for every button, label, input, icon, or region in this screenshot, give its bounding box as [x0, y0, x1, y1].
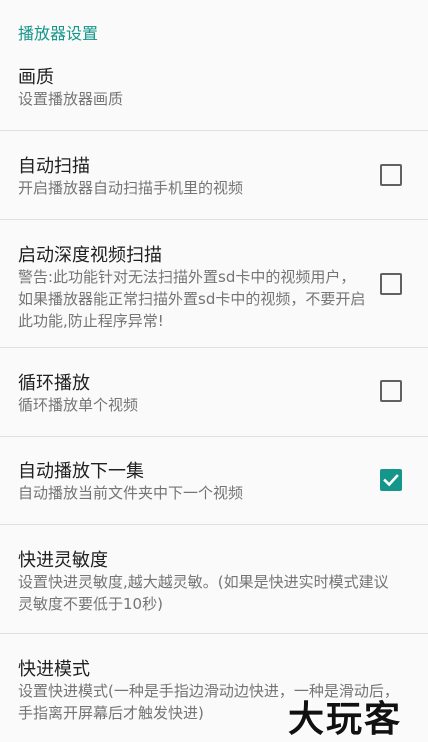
deep-scan-checkbox[interactable]	[380, 273, 402, 295]
pref-auto-scan-title: 自动扫描	[18, 156, 90, 177]
pref-deep-scan[interactable]: 启动深度视频扫描 警告:此功能针对无法扫描外置sd卡中的视频用户，如果播放器能正…	[0, 220, 428, 348]
pref-seek-sensitivity-title: 快进灵敏度	[18, 550, 108, 571]
pref-loop-play-title: 循环播放	[18, 373, 90, 394]
pref-deep-scan-title: 启动深度视频扫描	[18, 245, 162, 266]
pref-auto-scan[interactable]: 自动扫描 开启播放器自动扫描手机里的视频	[0, 131, 428, 220]
watermark-logo: 大玩客	[288, 698, 403, 740]
autoplay-next-checkbox[interactable]	[380, 469, 402, 491]
checkmark-icon	[383, 474, 399, 487]
pref-loop-play-summary: 循环播放单个视频	[18, 396, 139, 414]
pref-autoplay-next[interactable]: 自动播放下一集 自动播放当前文件夹中下一个视频	[0, 437, 428, 525]
auto-scan-checkbox[interactable]	[380, 164, 402, 186]
pref-auto-scan-summary: 开启播放器自动扫描手机里的视频	[18, 179, 244, 197]
pref-quality-title: 画质	[18, 67, 54, 88]
pref-deep-scan-summary: 警告:此功能针对无法扫描外置sd卡中的视频用户，如果播放器能正常扫描外置sd卡中…	[18, 268, 366, 330]
loop-play-checkbox[interactable]	[380, 380, 402, 402]
pref-quality-summary: 设置播放器画质	[18, 90, 124, 108]
pref-seek-sensitivity[interactable]: 快进灵敏度 设置快进灵敏度,越大越灵敏。(如果是快进实时模式建议灵敏度不要低于1…	[0, 525, 428, 634]
pref-quality[interactable]: 画质 设置播放器画质	[0, 48, 428, 131]
pref-seek-sensitivity-summary: 设置快进灵敏度,越大越灵敏。(如果是快进实时模式建议灵敏度不要低于10秒)	[18, 573, 389, 613]
pref-seek-mode-title: 快进模式	[18, 659, 90, 680]
pref-autoplay-next-title: 自动播放下一集	[18, 461, 144, 482]
pref-loop-play[interactable]: 循环播放 循环播放单个视频	[0, 348, 428, 437]
section-header-player-settings: 播放器设置	[18, 24, 99, 43]
pref-autoplay-next-summary: 自动播放当前文件夹中下一个视频	[18, 484, 244, 502]
